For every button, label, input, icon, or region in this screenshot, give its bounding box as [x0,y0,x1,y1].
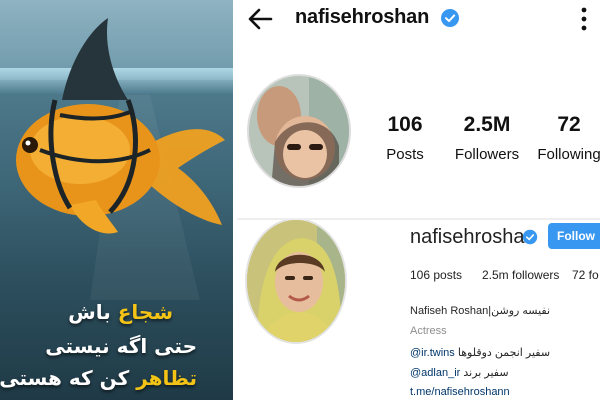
poster-line-1-rest: باش [68,300,111,324]
verified-badge-icon [441,9,459,27]
bio-external-link[interactable]: t.me/nafisehroshann [410,386,510,398]
more-options-icon[interactable] [577,4,591,34]
profile-username: nafisehroshan [295,6,430,28]
bio-full-name: Nafiseh Roshan|نفیسه روشن [410,305,551,317]
bio-line-ambassador-brand: @adlan_ir سفیر برند [410,366,509,379]
poster-line-3: تظاهر کن که هستی [0,366,197,390]
follow-button[interactable]: Follow [548,223,600,249]
posts-count-text[interactable]: 106 posts [410,268,462,282]
following-label: Following [537,146,600,163]
mobile-profile-header: nafisehroshan 106 Posts 2.5M Followers 7… [237,0,600,218]
followers-label: Followers [454,146,520,163]
following-count-text[interactable]: 72 fo [572,268,599,282]
posts-count: 106 [387,113,423,136]
poster-line-1: شجاع باش [0,300,173,324]
bio-handle-twins[interactable]: @ir.twins [410,347,455,359]
bio-text-brand: سفیر برند [463,367,509,379]
followers-stat[interactable]: 2.5M Followers [442,112,532,163]
bio-handle-adlan[interactable]: @adlan_ir [410,367,460,379]
bio-text-twins: سفیر انجمن دوقلوها [457,347,551,359]
profile-avatar-large[interactable] [245,220,347,344]
poster-line-3-rest: کن که هستی [0,366,130,390]
desktop-username: nafisehroshan [410,226,536,248]
goldfish-with-shark-fin-illustration [16,18,225,300]
followers-count: 2.5M [463,113,511,136]
posts-stat[interactable]: 106 Posts [360,112,450,163]
following-stat[interactable]: 72 Following [524,112,600,163]
bio-line-ambassador-twins: @ir.twins سفیر انجمن دوقلوها [410,346,550,359]
poster-highlight-word-2: تظاهر [136,366,197,390]
back-arrow-icon[interactable] [245,4,275,34]
poster-line-2: حتی اگه نیستی [45,334,197,358]
posts-label: Posts [386,146,424,163]
followers-count-text[interactable]: 2.5m followers [482,268,559,282]
poster-highlight-word: شجاع [117,300,173,324]
profile-avatar[interactable] [247,74,351,188]
verified-badge-icon-small [522,229,538,245]
bio-category: Actress [410,325,447,337]
motivational-poster: شجاع باش حتی اگه نیستی تظاهر کن که هستی [0,0,233,400]
shark-fin-icon [62,18,128,100]
following-count: 72 [557,113,581,136]
desktop-profile-header: nafisehroshan Follow 106 posts 2.5m foll… [237,220,600,400]
